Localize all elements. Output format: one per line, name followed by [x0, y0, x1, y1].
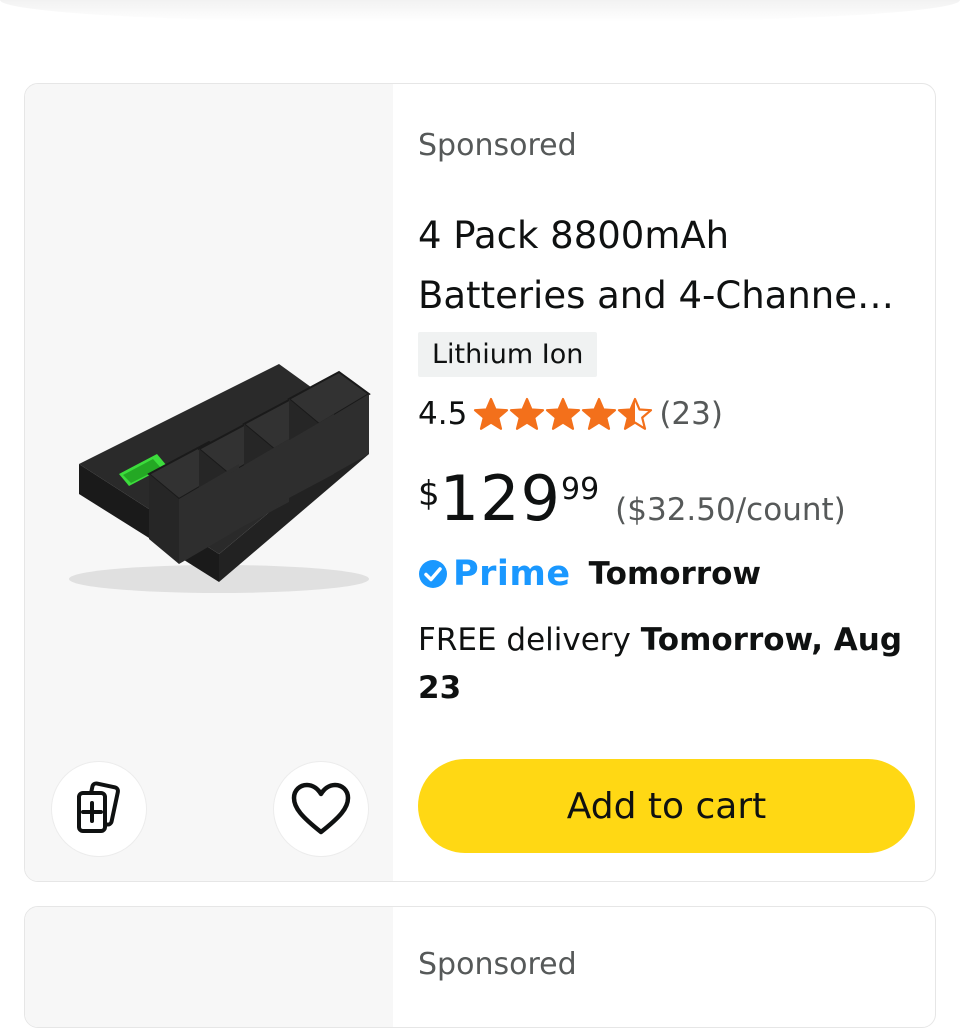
unit-price: ($32.50/count): [615, 492, 846, 528]
product-title-line-1[interactable]: 4 Pack 8800mAh: [418, 206, 913, 266]
product-title[interactable]: 4 Pack 8800mAh Batteries and 4-Channe…: [418, 206, 913, 326]
prime-check-icon: [419, 560, 447, 588]
price: $ 129 99 ($32.50/count): [418, 464, 846, 534]
prime-delivery-day: Tomorrow: [588, 556, 762, 592]
prime-logo-text: Prime: [453, 554, 571, 594]
price-currency: $: [418, 474, 440, 514]
product-image[interactable]: [49, 354, 379, 614]
product-card-next[interactable]: Sponsored: [24, 906, 936, 1028]
price-whole: 129: [439, 462, 561, 535]
add-to-cart-button[interactable]: Add to cart: [418, 759, 915, 853]
star-icon: [474, 397, 509, 430]
heart-icon: [291, 782, 351, 835]
prime-row: Prime Tomorrow: [418, 554, 761, 594]
star-rating[interactable]: [473, 397, 653, 431]
price-fraction: 99: [560, 472, 600, 507]
compare-cards-icon: [77, 781, 120, 833]
sponsored-label[interactable]: Sponsored: [418, 128, 577, 163]
star-icon: [510, 397, 545, 430]
product-image-panel[interactable]: [25, 84, 393, 881]
sponsored-label-next[interactable]: Sponsored: [418, 947, 577, 982]
product-title-line-2[interactable]: Batteries and 4-Channe…: [418, 266, 913, 326]
rating-row[interactable]: 4.5 (23): [418, 396, 723, 432]
star-icon: [546, 397, 581, 430]
rating-value: 4.5: [418, 396, 468, 432]
product-image-panel-next[interactable]: [25, 907, 393, 1027]
product-card[interactable]: Sponsored 4 Pack 8800mAh Batteries and 4…: [24, 83, 936, 882]
delivery-info: FREE delivery Tomorrow, Aug 23: [418, 616, 918, 712]
wishlist-button[interactable]: [274, 762, 368, 856]
attribute-badge: Lithium Ion: [418, 332, 598, 377]
star-icon: [618, 397, 653, 430]
delivery-prefix: FREE delivery: [418, 622, 641, 658]
top-scroll-shadow: [0, 0, 960, 22]
compare-button[interactable]: [52, 762, 146, 856]
star-icon: [582, 397, 617, 430]
review-count[interactable]: (23): [659, 396, 723, 432]
